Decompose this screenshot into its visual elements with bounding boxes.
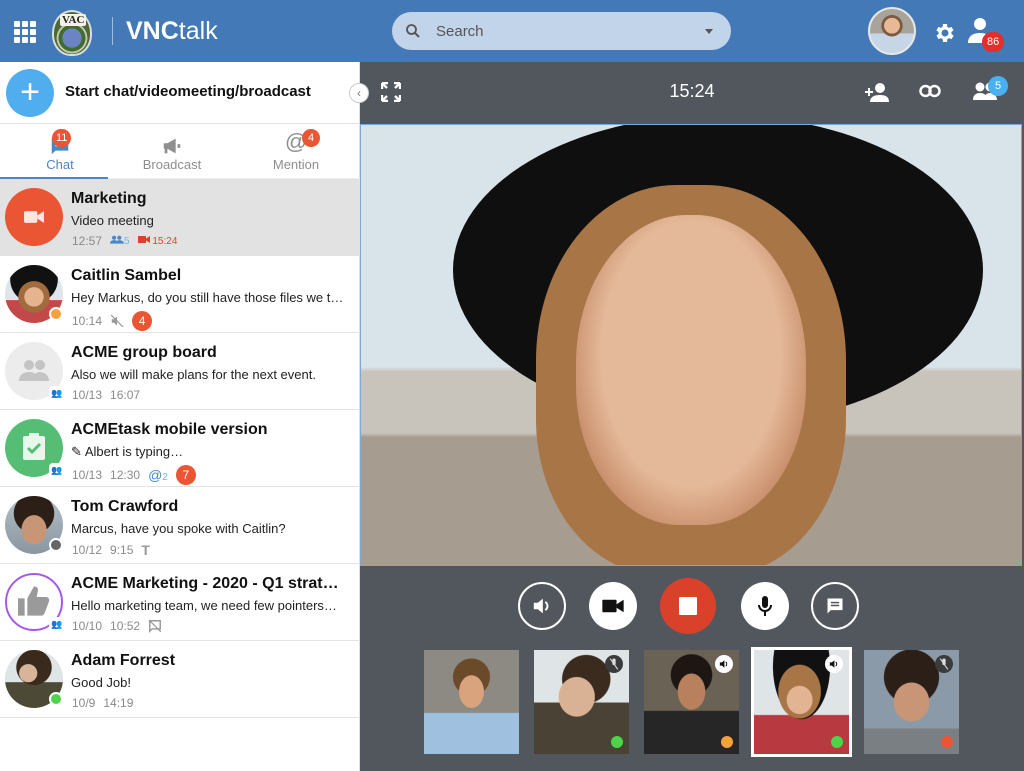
video-camera-icon	[24, 211, 44, 223]
call-controls	[360, 578, 1024, 634]
contacts-button[interactable]: 86	[968, 16, 1005, 52]
chat-button[interactable]	[811, 582, 859, 630]
top-bar: VAC VNCtalk 86	[0, 0, 1024, 62]
group-icon	[110, 235, 125, 244]
header-divider	[112, 17, 113, 45]
stop-recording-button[interactable]	[660, 578, 716, 634]
apps-grid-icon[interactable]	[14, 21, 36, 43]
participant-thumbnail[interactable]	[534, 650, 629, 754]
muted-mic-icon	[935, 655, 953, 673]
user-avatar[interactable]	[868, 7, 916, 55]
participants-count: 5	[110, 235, 130, 247]
search-icon	[406, 24, 420, 38]
sidebar: + Start chat/videomeeting/broadcast ‹ 11…	[0, 62, 369, 771]
group-marker-icon: 👥	[49, 386, 65, 400]
settings-gear-icon[interactable]	[932, 21, 956, 45]
group-avatar: 👥	[5, 573, 65, 631]
avatar	[5, 496, 63, 554]
tab-broadcast[interactable]: Broadcast	[112, 125, 232, 179]
speaker-icon	[533, 598, 549, 614]
task-avatar: 👥	[5, 419, 65, 477]
megaphone-icon	[163, 138, 181, 154]
search-bar[interactable]	[392, 12, 731, 50]
comments-disabled-icon	[148, 619, 162, 633]
conversation-item[interactable]: 👥 ACMEtask mobile version ✎ Albert is ty…	[0, 410, 360, 487]
muted-mic-icon	[605, 655, 623, 673]
video-camera-icon	[137, 236, 150, 243]
search-input[interactable]	[436, 20, 686, 42]
clipboard-check-icon	[23, 433, 45, 460]
text-format-icon: T	[141, 542, 150, 558]
sidebar-tabs: 11 Chat Broadcast @ 4 Mention	[0, 125, 360, 180]
message-icon	[827, 598, 843, 614]
microphone-icon	[758, 596, 772, 616]
camera-button[interactable]	[589, 582, 637, 630]
status-offline-indicator	[49, 538, 63, 552]
brand-name: VNCtalk	[126, 17, 218, 45]
group-avatar: 👥	[5, 342, 65, 400]
conversation-item[interactable]: 👥 ACME Marketing - 2020 - Q1 strat… Hell…	[0, 564, 360, 641]
video-camera-icon	[602, 599, 624, 613]
conversation-item[interactable]: Tom Crawford Marcus, have you spoke with…	[0, 487, 360, 564]
conversation-list: Marketing Video meeting 12:57 5 15:24 Ca…	[0, 179, 360, 718]
speaking-icon	[715, 655, 733, 673]
conversation-item[interactable]: Caitlin Sambel Hey Markus, do you still …	[0, 256, 360, 333]
mentions-count: @2	[148, 467, 168, 483]
status-away-indicator	[721, 736, 733, 748]
tab-mention[interactable]: @ 4 Mention	[236, 125, 356, 179]
participants-badge: 5	[988, 76, 1008, 96]
group-marker-icon: 👥	[49, 463, 65, 477]
organization-logo: VAC	[52, 10, 92, 56]
participant-thumbnail[interactable]	[864, 650, 959, 754]
group-icon	[19, 360, 49, 381]
participant-face	[576, 215, 806, 525]
video-meeting-avatar	[5, 188, 63, 246]
link-icon[interactable]	[919, 84, 941, 98]
speaking-icon	[825, 655, 843, 673]
microphone-button[interactable]	[741, 582, 789, 630]
participant-thumbnail-active[interactable]	[751, 647, 852, 757]
avatar	[5, 265, 63, 323]
status-away-indicator	[49, 307, 63, 321]
participants-button[interactable]: 5	[973, 76, 1008, 105]
conversation-item[interactable]: Adam Forrest Good Job! 10/9 14:19	[0, 641, 360, 718]
status-online-indicator	[49, 692, 63, 706]
status-busy-indicator	[941, 736, 953, 748]
stop-icon	[679, 597, 697, 615]
call-duration: 15:24	[137, 235, 177, 247]
group-marker-icon: 👥	[49, 617, 65, 631]
collapse-sidebar-button[interactable]: ‹	[349, 83, 369, 103]
status-online-indicator	[831, 736, 843, 748]
search-dropdown-icon[interactable]	[705, 29, 713, 34]
thumbs-up-icon	[18, 586, 50, 616]
participant-thumbnail[interactable]	[644, 650, 739, 754]
status-online-indicator	[611, 736, 623, 748]
speaker-button[interactable]	[518, 582, 566, 630]
meeting-area: 15:24 5	[360, 62, 1024, 771]
conversation-item[interactable]: 👥 ACME group board Also we will make pla…	[0, 333, 360, 410]
main-video-feed[interactable]	[360, 124, 1022, 566]
avatar	[5, 650, 63, 708]
participant-thumbnail[interactable]	[424, 650, 519, 754]
unread-badge: 7	[175, 465, 196, 485]
start-chat-row[interactable]: + Start chat/videomeeting/broadcast	[0, 62, 360, 124]
tab-chat[interactable]: 11 Chat	[0, 125, 120, 180]
start-chat-label[interactable]: Start chat/videomeeting/broadcast	[65, 83, 311, 100]
conversation-item[interactable]: Marketing Video meeting 12:57 5 15:24	[0, 179, 360, 256]
mention-badge: 4	[302, 129, 320, 147]
meeting-header: 15:24 5	[360, 62, 1024, 124]
unread-badge: 4	[132, 311, 153, 331]
at-icon: @	[148, 467, 163, 483]
add-participant-icon[interactable]	[865, 82, 889, 102]
notification-badge: 86	[982, 32, 1005, 52]
muted-icon	[110, 314, 124, 328]
pencil-icon: ✎	[71, 444, 82, 459]
plus-icon[interactable]: +	[6, 69, 54, 117]
